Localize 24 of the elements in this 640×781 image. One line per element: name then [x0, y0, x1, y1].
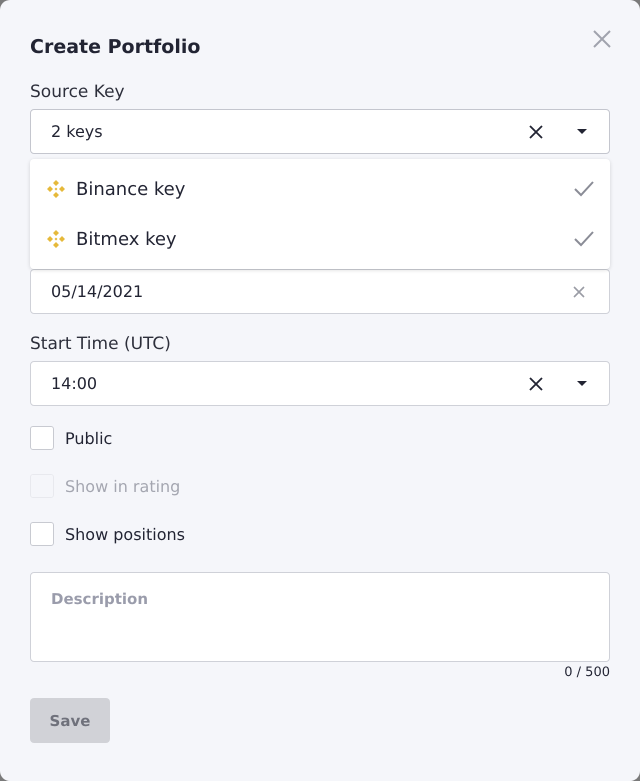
checkbox-label: Show positions — [65, 524, 185, 544]
clear-icon[interactable] — [529, 376, 543, 390]
close-icon[interactable] — [592, 29, 612, 49]
dropdown-option[interactable]: Bitmex key — [30, 214, 610, 264]
diamond-logo-icon — [46, 179, 66, 199]
date-field[interactable]: 05/14/2021 — [30, 269, 610, 314]
checkbox-label: Show in rating — [65, 476, 180, 496]
description-field[interactable]: Description — [30, 572, 610, 662]
check-icon — [574, 181, 594, 197]
field-label: Source Key — [30, 82, 126, 102]
source-key-select[interactable]: 2 keys — [30, 109, 610, 154]
dialog-title: Create Portfolio — [30, 36, 200, 58]
checkbox[interactable] — [30, 426, 54, 450]
check-icon — [574, 231, 594, 247]
clear-icon[interactable] — [529, 124, 543, 138]
diamond-logo-icon — [46, 229, 66, 249]
caret-icon[interactable] — [577, 129, 587, 134]
time-select[interactable]: 14:00 — [30, 361, 610, 406]
checkbox[interactable] — [30, 522, 54, 546]
caret-icon[interactable] — [577, 381, 587, 386]
character-counter: 0 / 500 — [563, 665, 610, 680]
checkbox-label: Public — [65, 428, 112, 448]
dropdown-option[interactable]: Binance key — [30, 164, 610, 214]
field-label: Start Time (UTC) — [30, 334, 172, 354]
